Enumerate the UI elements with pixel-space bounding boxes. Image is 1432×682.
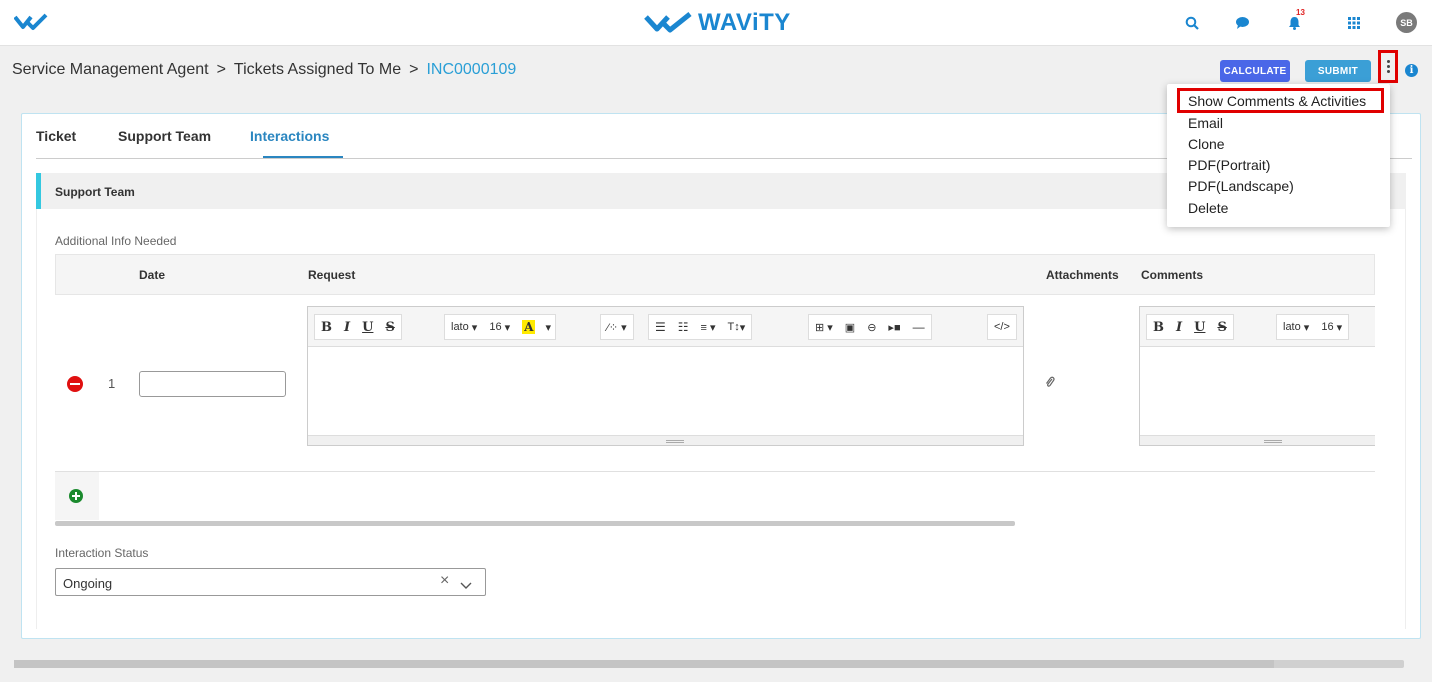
magic-wand-icon[interactable]: ⁄⁘ ▾ [601, 315, 633, 339]
tab-ticket[interactable]: Ticket [36, 128, 76, 144]
grid-label: Additional Info Needed [55, 234, 177, 248]
request-editor-body[interactable] [308, 347, 1023, 437]
wavity-logo-icon[interactable] [13, 13, 48, 36]
section-body: Additional Info Needed Date Request Atta… [36, 209, 1406, 629]
column-header-date: Date [139, 268, 166, 282]
format-group: B I U S [314, 314, 402, 340]
request-rich-text-editor: B I U S lato ▾ 16 ▾ A ▾ ⁄⁘ ▾ ☰ ☷ ≡ ▾ T↕ … [307, 306, 1024, 446]
brand-logo: WAViTY [644, 9, 791, 37]
additional-info-grid: Date Request Attachments Comments 1 B I … [55, 254, 1375, 520]
font-group: lato ▾ 16 ▾ [1276, 314, 1350, 340]
interaction-status-label: Interaction Status [55, 546, 149, 560]
format-group: B I U S [1146, 314, 1234, 340]
bold-button[interactable]: B [315, 315, 338, 339]
ordered-list-icon[interactable]: ☷ [672, 315, 695, 339]
editor-resize-handle[interactable] [308, 435, 1023, 445]
chevron-down-icon[interactable] [460, 577, 472, 595]
grid-horizontal-scrollbar[interactable] [55, 521, 1015, 526]
font-size-dropdown[interactable]: 16 ▾ [1315, 315, 1348, 339]
code-view-icon[interactable]: </> [988, 315, 1016, 339]
comments-rich-text-editor: B I U S lato ▾ 16 ▾ [1139, 306, 1375, 446]
magic-format-group: ⁄⁘ ▾ [600, 314, 634, 340]
remove-row-icon[interactable] [67, 376, 83, 392]
section-title: Support Team [55, 185, 135, 199]
menu-item-delete[interactable]: Delete [1188, 200, 1228, 216]
column-header-comments: Comments [1141, 268, 1204, 282]
add-row-icon[interactable] [69, 489, 83, 503]
page-horizontal-scrollbar[interactable] [14, 660, 1404, 668]
bold-button[interactable]: B [1147, 315, 1170, 339]
active-tab-indicator [263, 156, 343, 158]
column-header-request: Request [308, 268, 356, 282]
editor-toolbar: B I U S lato ▾ 16 ▾ [1140, 307, 1375, 347]
top-nav-bar: WAViTY 13 SB [0, 0, 1432, 46]
text-color-button[interactable]: A [516, 315, 541, 339]
table-icon[interactable]: ⊞ ▾ [809, 315, 839, 339]
interaction-status-value: Ongoing [63, 576, 113, 591]
video-icon[interactable]: ▸■ [882, 315, 906, 339]
editor-toolbar: B I U S lato ▾ 16 ▾ A ▾ ⁄⁘ ▾ ☰ ☷ ≡ ▾ T↕ … [308, 307, 1023, 347]
tab-interactions[interactable]: Interactions [250, 128, 329, 144]
breadcrumb-separator: > [216, 61, 226, 78]
list-group: ☰ ☷ ≡ ▾ T↕ ▾ [648, 314, 753, 340]
strikethrough-button[interactable]: S [1211, 315, 1232, 339]
font-group: lato ▾ 16 ▾ A ▾ [444, 314, 556, 340]
menu-item-clone[interactable]: Clone [1188, 136, 1225, 152]
add-row-bar [55, 472, 1375, 520]
row-number: 1 [108, 376, 116, 391]
calculate-button[interactable]: CALCULATE [1220, 60, 1290, 82]
breadcrumb-item-tickets-assigned[interactable]: Tickets Assigned To Me [234, 61, 401, 79]
strikethrough-button[interactable]: S [379, 315, 400, 339]
comments-editor-body[interactable] [1140, 347, 1375, 437]
clear-selection-icon[interactable]: × [440, 572, 449, 590]
breadcrumb-separator: > [409, 61, 419, 78]
font-family-dropdown[interactable]: lato ▾ [445, 315, 483, 339]
menu-item-email[interactable]: Email [1188, 115, 1223, 131]
info-icon[interactable]: i [1405, 64, 1418, 77]
insert-group: ⊞ ▾ ▣ ⊖ ▸■ — [808, 314, 932, 340]
font-family-dropdown[interactable]: lato ▾ [1277, 315, 1315, 339]
font-size-dropdown[interactable]: 16 ▾ [483, 315, 516, 339]
menu-item-show-comments-activities[interactable]: Show Comments & Activities [1188, 93, 1366, 109]
grid-header: Date Request Attachments Comments [55, 254, 1375, 295]
brand-name: WAViTY [698, 9, 791, 36]
menu-item-pdf-portrait[interactable]: PDF(Portrait) [1188, 157, 1270, 173]
chevron-down-icon[interactable]: ▾ [541, 315, 555, 339]
submit-button[interactable]: SUBMIT [1305, 60, 1371, 82]
add-row-cell [55, 472, 99, 520]
underline-button[interactable]: U [1188, 315, 1211, 339]
editor-resize-handle[interactable] [1140, 435, 1375, 445]
more-options-kebab-icon[interactable] [1378, 50, 1398, 83]
italic-button[interactable]: I [338, 315, 356, 339]
paragraph-align-icon[interactable]: ≡ ▾ [695, 315, 722, 339]
breadcrumb-current-ticket: INC0000109 [426, 61, 517, 78]
notifications-bell-icon[interactable]: 13 [1283, 8, 1305, 34]
underline-button[interactable]: U [356, 315, 379, 339]
breadcrumb: Service Management Agent > Tickets Assig… [12, 61, 516, 79]
more-options-menu: Show Comments & Activities Email Clone P… [1167, 84, 1390, 227]
apps-grid-icon[interactable] [1343, 12, 1365, 34]
tab-support-team[interactable]: Support Team [118, 128, 211, 144]
chat-icon[interactable] [1231, 12, 1253, 34]
menu-item-pdf-landscape[interactable]: PDF(Landscape) [1188, 178, 1294, 194]
italic-button[interactable]: I [1170, 315, 1188, 339]
breadcrumb-item-service-management-agent[interactable]: Service Management Agent [12, 61, 209, 79]
scrollbar-thumb[interactable] [14, 660, 1274, 668]
code-group: </> [987, 314, 1017, 340]
horizontal-rule-icon[interactable]: — [907, 315, 931, 339]
notification-count-badge: 13 [1296, 8, 1305, 17]
search-icon[interactable] [1181, 12, 1203, 34]
user-avatar[interactable]: SB [1396, 12, 1417, 33]
interaction-status-select[interactable]: Ongoing × [55, 568, 486, 596]
table-row: 1 B I U S lato ▾ 16 ▾ A ▾ ⁄⁘ ▾ ☰ ☷ ≡ ▾ T… [55, 295, 1375, 472]
date-input[interactable] [139, 371, 286, 397]
link-icon[interactable]: ⊖ [861, 315, 882, 339]
brand-mark-icon [644, 12, 692, 33]
attachment-paperclip-icon[interactable] [1045, 375, 1055, 392]
unordered-list-icon[interactable]: ☰ [649, 315, 672, 339]
text-height-icon[interactable]: T↕ ▾ [722, 315, 752, 339]
column-header-attachments: Attachments [1046, 268, 1119, 282]
image-icon[interactable]: ▣ [839, 315, 861, 339]
